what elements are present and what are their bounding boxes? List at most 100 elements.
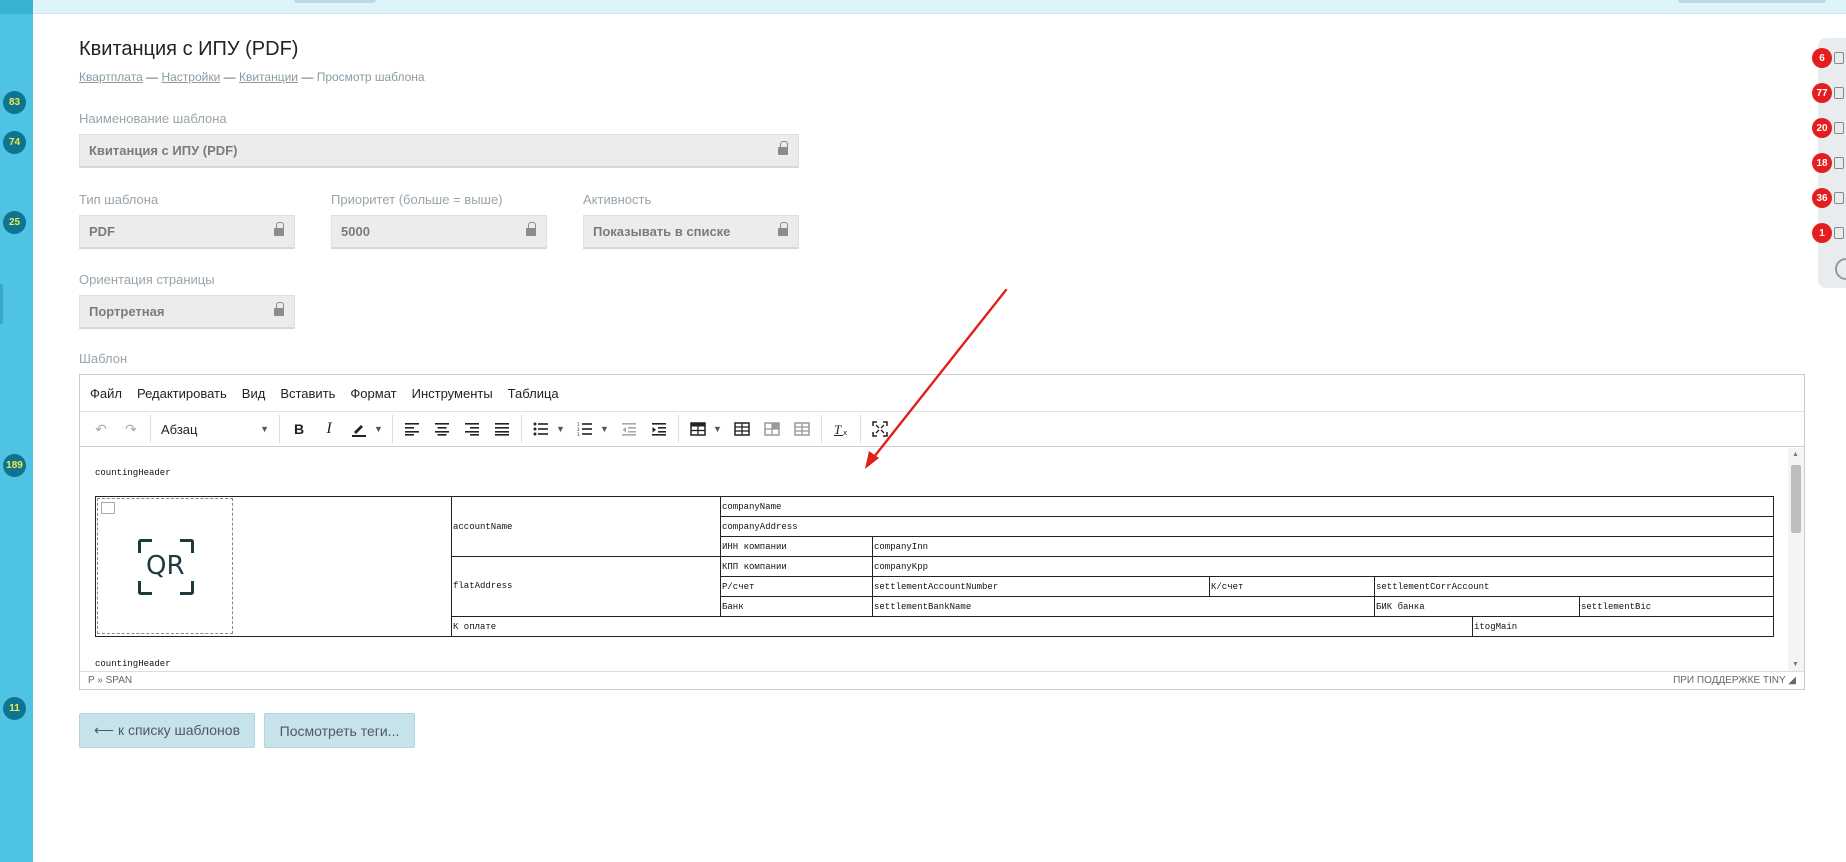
numbered-list-icon[interactable]: 123: [570, 415, 600, 443]
activity-field[interactable]: Показывать в списке: [583, 215, 799, 249]
bank-value-cell: settlementBankName: [874, 602, 972, 612]
notification-badge: 20: [1812, 118, 1832, 138]
right-rail-item[interactable]: 6: [1812, 48, 1846, 70]
flat-address-cell: flatAddress: [453, 581, 513, 591]
sidebar-badge[interactable]: 83: [3, 91, 26, 114]
toolbar-divider: [860, 415, 861, 443]
account-name-cell: accountName: [453, 522, 513, 532]
breadcrumb-separator: —: [146, 70, 159, 84]
menu-file[interactable]: Файл: [90, 386, 122, 401]
outdent-icon[interactable]: [614, 415, 644, 443]
qr-label: QR: [146, 551, 185, 581]
top-bar-user-area[interactable]: [1678, 0, 1826, 3]
menu-tools[interactable]: Инструменты: [412, 386, 493, 401]
sidebar-badge[interactable]: 74: [3, 131, 26, 154]
home-icon: [1834, 157, 1844, 169]
bullet-list-icon[interactable]: [526, 415, 556, 443]
menu-edit[interactable]: Редактировать: [137, 386, 227, 401]
sidebar-badge[interactable]: 189: [3, 454, 26, 477]
menu-table[interactable]: Таблица: [508, 386, 559, 401]
breadcrumb-current: Просмотр шаблона: [316, 70, 425, 84]
svg-text:x: x: [843, 429, 847, 436]
back-to-list-button[interactable]: ⟵ к списку шаблонов: [79, 713, 255, 748]
bik-value-cell: settlementBic: [1581, 602, 1652, 612]
align-center-icon[interactable]: [427, 415, 457, 443]
right-rail-item[interactable]: 20: [1812, 118, 1846, 140]
chevron-down-icon[interactable]: ▼: [713, 424, 723, 434]
italic-icon[interactable]: I: [314, 415, 344, 443]
editor-scrollbar[interactable]: ▲ ▼: [1788, 448, 1804, 671]
scrollbar-thumb[interactable]: [1791, 465, 1801, 533]
lock-icon: [526, 222, 536, 237]
align-left-icon[interactable]: [397, 415, 427, 443]
right-rail-item[interactable]: 18: [1812, 153, 1846, 175]
scroll-down-icon[interactable]: ▼: [1792, 661, 1799, 668]
editor-content[interactable]: countingHeader QR accountName flatAddres…: [80, 448, 1790, 671]
toolbar-divider: [150, 415, 151, 443]
top-bar-tab[interactable]: [294, 0, 376, 3]
orientation-field[interactable]: Портретная: [79, 295, 295, 329]
breadcrumb-link[interactable]: Квитанции: [239, 70, 298, 84]
resize-handle-icon[interactable]: ◢: [1788, 675, 1796, 686]
phone-icon: [1834, 122, 1844, 134]
template-name-field[interactable]: Квитанция с ИПУ (PDF): [79, 134, 799, 168]
lock-icon: [274, 222, 284, 237]
priority-field[interactable]: 5000: [331, 215, 547, 249]
breadcrumb: Квартплата — Настройки — Квитанции — Про…: [79, 70, 425, 84]
lock-icon: [778, 141, 788, 156]
breadcrumb-separator: —: [301, 70, 314, 84]
menu-view[interactable]: Вид: [242, 386, 266, 401]
activity-value: Показывать в списке: [593, 224, 731, 239]
highlight-color-icon[interactable]: [344, 415, 374, 443]
indent-icon[interactable]: [644, 415, 674, 443]
qr-corner: [180, 581, 194, 595]
right-rail-item[interactable]: 36: [1812, 188, 1846, 210]
template-name-label: Наименование шаблона: [79, 111, 227, 126]
template-type-field[interactable]: PDF: [79, 215, 295, 249]
element-path[interactable]: P » SPAN: [88, 675, 132, 686]
align-justify-icon[interactable]: [487, 415, 517, 443]
chevron-down-icon[interactable]: ▼: [600, 424, 610, 434]
sidebar-badge[interactable]: 25: [3, 211, 26, 234]
table-cell-icon[interactable]: [757, 415, 787, 443]
editor-statusbar: P » SPAN ПРИ ПОДДЕРЖКЕ TINY ◢: [80, 671, 1804, 689]
align-right-icon[interactable]: [457, 415, 487, 443]
editor-toolbar: ↶ ↷ Абзац ▼ B I ▼ ▼ 1 2 3 ▼ ▼ T x: [80, 411, 1804, 447]
right-rail-item[interactable]: 77: [1812, 83, 1846, 105]
rs-value-cell: settlementAccountNumber: [874, 582, 999, 592]
rich-text-editor[interactable]: Файл Редактировать Вид Вставить Формат И…: [79, 374, 1805, 690]
pay-value-cell: itogMain: [1474, 622, 1518, 632]
table-grid-line: [1374, 576, 1375, 616]
clear-formatting-icon[interactable]: Tx: [826, 415, 856, 443]
bik-label-cell: БИК банка: [1376, 602, 1425, 612]
scroll-up-icon[interactable]: ▲: [1792, 451, 1799, 458]
breadcrumb-link[interactable]: Квартплата: [79, 70, 143, 84]
redo-icon[interactable]: ↷: [116, 415, 146, 443]
view-tags-button[interactable]: Посмотреть теги...: [264, 713, 415, 748]
chevron-down-icon[interactable]: ▼: [556, 424, 566, 434]
undo-icon[interactable]: ↶: [86, 415, 116, 443]
block-format-select[interactable]: Абзац ▼: [155, 415, 275, 443]
toolbar-divider: [392, 415, 393, 443]
powered-by[interactable]: ПРИ ПОДДЕРЖКЕ TINY ◢: [1673, 675, 1796, 686]
receipt-table: QR accountName flatAddress companyName c…: [95, 496, 1774, 637]
right-rail-item[interactable]: 1: [1812, 223, 1846, 245]
sidebar-badge[interactable]: 11: [3, 697, 26, 720]
broken-image-icon: [101, 502, 115, 514]
qr-image[interactable]: QR: [97, 498, 233, 634]
table-icon[interactable]: [683, 415, 713, 443]
table-row-icon[interactable]: [787, 415, 817, 443]
menu-format[interactable]: Формат: [350, 386, 396, 401]
table-grid-line: [1472, 616, 1473, 636]
top-bar: [0, 0, 1846, 14]
bold-icon[interactable]: B: [284, 415, 314, 443]
menu-insert[interactable]: Вставить: [280, 386, 335, 401]
table-properties-icon[interactable]: [727, 415, 757, 443]
toolbar-divider: [521, 415, 522, 443]
breadcrumb-link[interactable]: Настройки: [161, 70, 220, 84]
chevron-down-icon[interactable]: ▼: [374, 424, 384, 434]
fullscreen-icon[interactable]: [865, 415, 895, 443]
orientation-value: Портретная: [89, 304, 165, 319]
table-grid-line: [451, 556, 1773, 557]
settings-icon: [1834, 227, 1844, 239]
